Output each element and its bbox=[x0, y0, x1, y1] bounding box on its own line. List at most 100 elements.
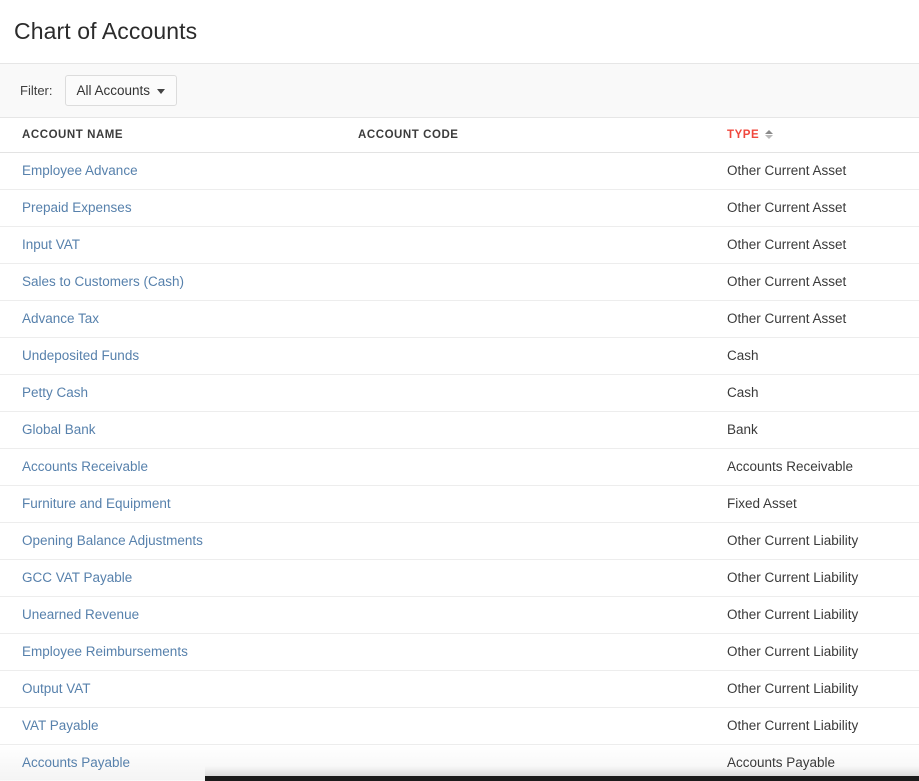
cell-account-code bbox=[344, 226, 716, 264]
table-row[interactable]: Input VAT Other Current Asset bbox=[0, 226, 919, 264]
sort-ascending-icon bbox=[765, 129, 774, 140]
table-row[interactable]: Global Bank Bank bbox=[0, 411, 919, 449]
account-name-link[interactable]: Opening Balance Adjustments bbox=[22, 533, 203, 548]
account-name-link[interactable]: VAT Payable bbox=[22, 718, 99, 733]
account-name-link[interactable]: Input VAT bbox=[22, 237, 80, 252]
table-row[interactable]: Accounts Receivable Accounts Receivable bbox=[0, 448, 919, 486]
cell-account-name: Petty Cash bbox=[0, 374, 344, 412]
column-header-account-code[interactable]: ACCOUNT CODE bbox=[344, 118, 716, 153]
account-name-link[interactable]: Unearned Revenue bbox=[22, 607, 139, 622]
account-name-link[interactable]: Global Bank bbox=[22, 422, 96, 437]
table-row[interactable]: Sales to Customers (Cash) Other Current A… bbox=[0, 263, 919, 301]
account-name-link[interactable]: Output VAT bbox=[22, 681, 91, 696]
table-row[interactable]: Petty Cash Cash bbox=[0, 374, 919, 412]
cell-account-name: Accounts Receivable bbox=[0, 448, 344, 486]
cell-account-type: Other Current Asset bbox=[716, 226, 919, 264]
cell-account-type: Bank bbox=[716, 411, 919, 449]
table-row[interactable]: Advance Tax Other Current Asset bbox=[0, 300, 919, 338]
column-header-type[interactable]: TYPE bbox=[716, 118, 919, 153]
cell-account-code bbox=[344, 522, 716, 560]
column-header-label: ACCOUNT NAME bbox=[22, 128, 124, 141]
cell-account-code bbox=[344, 448, 716, 486]
table-row[interactable]: VAT Payable Other Current Liability bbox=[0, 707, 919, 745]
cell-account-code bbox=[344, 559, 716, 597]
table-row[interactable]: Prepaid Expenses Other Current Asset bbox=[0, 189, 919, 227]
cell-account-type: Accounts Receivable bbox=[716, 448, 919, 486]
cell-account-name: Global Bank bbox=[0, 411, 344, 449]
cell-account-name: GCC VAT Payable bbox=[0, 559, 344, 597]
sort-account-code[interactable]: ACCOUNT CODE bbox=[358, 129, 459, 141]
table-header: ACCOUNT NAME ACCOUNT CODE TYPE bbox=[0, 118, 919, 153]
filter-label: Filter: bbox=[20, 83, 53, 98]
cell-account-code bbox=[344, 633, 716, 671]
cell-account-name: VAT Payable bbox=[0, 707, 344, 745]
chart-of-accounts-page: Chart of Accounts Filter: All Accounts A… bbox=[0, 0, 919, 781]
account-name-link[interactable]: Employee Advance bbox=[22, 163, 138, 178]
account-name-link[interactable]: Advance Tax bbox=[22, 311, 99, 326]
cell-account-code bbox=[344, 411, 716, 449]
cell-account-name: Sales to Customers (Cash) bbox=[0, 263, 344, 301]
table-row[interactable]: Undeposited Funds Cash bbox=[0, 337, 919, 375]
cell-account-type: Other Current Liability bbox=[716, 707, 919, 745]
cell-account-code bbox=[344, 189, 716, 227]
cell-account-name: Opening Balance Adjustments bbox=[0, 522, 344, 560]
filter-accounts-dropdown[interactable]: All Accounts bbox=[64, 75, 178, 106]
column-header-label: ACCOUNT CODE bbox=[358, 128, 459, 141]
table-row[interactable]: GCC VAT Payable Other Current Liability bbox=[0, 559, 919, 597]
cell-account-type: Fixed Asset bbox=[716, 485, 919, 523]
bottom-toolbar-clipped bbox=[205, 776, 919, 781]
cell-account-code bbox=[344, 596, 716, 634]
sort-account-name[interactable]: ACCOUNT NAME bbox=[22, 129, 123, 141]
cell-account-type: Other Current Liability bbox=[716, 633, 919, 671]
cell-account-code bbox=[344, 707, 716, 745]
cell-account-type: Other Current Asset bbox=[716, 263, 919, 301]
cell-account-type: Cash bbox=[716, 374, 919, 412]
table-row[interactable]: Furniture and Equipment Fixed Asset bbox=[0, 485, 919, 523]
accounts-table-container: ACCOUNT NAME ACCOUNT CODE TYPE Employee … bbox=[0, 118, 919, 781]
cell-account-code bbox=[344, 263, 716, 301]
cell-account-type: Other Current Asset bbox=[716, 152, 919, 190]
cell-account-code bbox=[344, 152, 716, 190]
cell-account-type: Other Current Asset bbox=[716, 189, 919, 227]
cell-account-type: Other Current Liability bbox=[716, 670, 919, 708]
table-row[interactable]: Employee Reimbursements Other Current Lia… bbox=[0, 633, 919, 671]
chevron-down-icon bbox=[157, 89, 166, 94]
cell-account-name: Unearned Revenue bbox=[0, 596, 344, 634]
accounts-table: ACCOUNT NAME ACCOUNT CODE TYPE Employee … bbox=[0, 118, 919, 781]
cell-account-name: Undeposited Funds bbox=[0, 337, 344, 375]
account-name-link[interactable]: Accounts Payable bbox=[22, 755, 130, 770]
cell-account-name: Output VAT bbox=[0, 670, 344, 708]
cell-account-name: Advance Tax bbox=[0, 300, 344, 338]
page-header: Chart of Accounts bbox=[0, 0, 919, 64]
table-row[interactable]: Output VAT Other Current Liability bbox=[0, 670, 919, 708]
cell-account-type: Other Current Liability bbox=[716, 522, 919, 560]
account-name-link[interactable]: Sales to Customers (Cash) bbox=[22, 274, 184, 289]
table-row[interactable]: Opening Balance Adjustments Other Current… bbox=[0, 522, 919, 560]
cell-account-code bbox=[344, 337, 716, 375]
page-title: Chart of Accounts bbox=[14, 18, 198, 44]
cell-account-type: Other Current Liability bbox=[716, 596, 919, 634]
account-name-link[interactable]: Furniture and Equipment bbox=[22, 496, 171, 511]
account-name-link[interactable]: Prepaid Expenses bbox=[22, 200, 132, 215]
cell-account-name: Furniture and Equipment bbox=[0, 485, 344, 523]
account-name-link[interactable]: GCC VAT Payable bbox=[22, 570, 132, 585]
account-name-link[interactable]: Petty Cash bbox=[22, 385, 88, 400]
account-name-link[interactable]: Accounts Receivable bbox=[22, 459, 148, 474]
cell-account-type: Cash bbox=[716, 337, 919, 375]
table-row[interactable]: Employee Advance Other Current Asset bbox=[0, 152, 919, 190]
account-name-link[interactable]: Undeposited Funds bbox=[22, 348, 139, 363]
account-name-link[interactable]: Employee Reimbursements bbox=[22, 644, 188, 659]
filter-selected-value: All Accounts bbox=[76, 82, 151, 98]
cell-account-name: Employee Advance bbox=[0, 152, 344, 190]
table-body: Employee Advance Other Current Asset Prepa… bbox=[0, 152, 919, 781]
cell-account-type: Other Current Liability bbox=[716, 559, 919, 597]
column-header-label: TYPE bbox=[727, 128, 760, 141]
cell-account-name: Input VAT bbox=[0, 226, 344, 264]
cell-account-code bbox=[344, 374, 716, 412]
filter-bar: Filter: All Accounts bbox=[0, 64, 919, 118]
cell-account-code bbox=[344, 300, 716, 338]
cell-account-code bbox=[344, 485, 716, 523]
sort-type[interactable]: TYPE bbox=[727, 129, 774, 141]
column-header-account-name[interactable]: ACCOUNT NAME bbox=[0, 118, 344, 153]
table-row[interactable]: Unearned Revenue Other Current Liability bbox=[0, 596, 919, 634]
